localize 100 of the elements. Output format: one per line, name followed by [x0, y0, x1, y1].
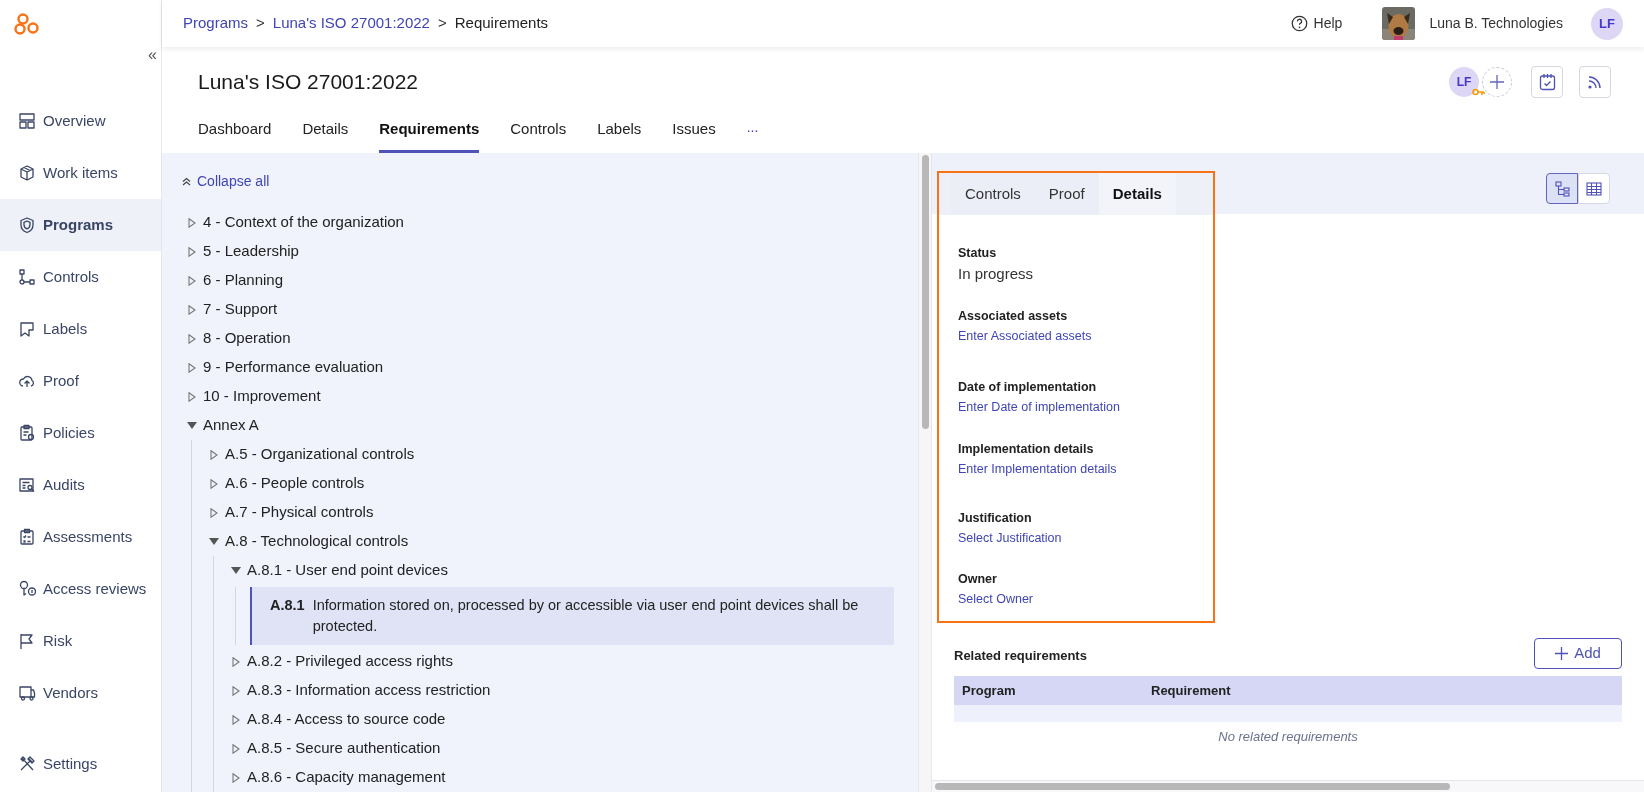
dashboard-icon [18, 112, 36, 130]
collapsed-caret-icon[interactable] [188, 333, 196, 344]
truck-icon [18, 684, 36, 702]
checklist-icon [18, 528, 36, 546]
tree-item[interactable]: 5 - Leadership [203, 240, 299, 263]
nav-item[interactable]: Labels [0, 303, 161, 355]
organization-name[interactable]: Luna B. Technologies [1429, 13, 1563, 34]
member-avatar[interactable]: LF [1449, 67, 1479, 97]
section-title: Related requirements [954, 646, 1087, 665]
nav-item[interactable]: Overview [0, 95, 161, 147]
feed-button[interactable] [1579, 66, 1611, 98]
collapsed-caret-icon[interactable] [232, 656, 240, 667]
tree-item[interactable]: A.6 - People controls [225, 472, 365, 495]
nav-item[interactable]: Policies [0, 407, 161, 459]
plus-icon [1555, 647, 1569, 660]
calendar-button[interactable] [1531, 66, 1563, 98]
user-avatar[interactable]: LF [1591, 7, 1623, 40]
tab[interactable]: Controls [510, 117, 567, 153]
field-value: In progress [958, 264, 1034, 284]
tab[interactable]: Issues [672, 117, 716, 153]
table-icon [1586, 181, 1602, 196]
requirement-item[interactable]: A.8.1 Information stored on, processed by or accessible via user end point devices shall be protected. [250, 587, 894, 645]
collapsed-caret-icon[interactable] [188, 362, 196, 373]
more-tabs-button[interactable]: ... [746, 117, 759, 153]
field-label: Implementation details [958, 441, 1094, 458]
collapsed-caret-icon[interactable] [188, 304, 196, 315]
box-icon [18, 164, 36, 182]
tree-item[interactable]: A.8.2 - Privileged access rights [247, 650, 453, 673]
tree-item[interactable]: 4 - Context of the organization [203, 211, 404, 234]
flow-icon [18, 268, 36, 286]
breadcrumb-separator: > [437, 13, 447, 34]
tree-item[interactable]: 10 - Improvement [203, 385, 321, 408]
tree-item[interactable]: A.8.1 - User end point devices [247, 559, 448, 582]
field-label: Associated assets [958, 308, 1068, 325]
tree-item[interactable]: 9 - Performance evaluation [203, 356, 384, 379]
tab[interactable]: Details [302, 117, 349, 153]
collapse-sidebar-button[interactable]: « [148, 47, 157, 69]
tree-item[interactable]: A.8.4 - Access to source code [247, 708, 446, 731]
tree-item[interactable]: 8 - Operation [203, 327, 291, 350]
settings-item[interactable]: Settings [0, 744, 161, 784]
collapsed-caret-icon[interactable] [188, 246, 196, 257]
expanded-caret-icon[interactable] [231, 566, 241, 575]
tree-item[interactable]: A.8 - Technological controls [225, 530, 409, 553]
tree-item[interactable]: A.8.3 - Information access restriction [247, 679, 491, 702]
collapse-icon[interactable] [182, 176, 191, 186]
nav-item[interactable]: Controls [0, 251, 161, 303]
tab[interactable]: Details [1098, 173, 1176, 215]
tab[interactable]: Labels [597, 117, 642, 153]
hierarchy-icon [1554, 180, 1570, 197]
tree-item[interactable]: 6 - Planning [203, 269, 284, 292]
key-badge-icon [18, 580, 36, 598]
expanded-caret-icon[interactable] [187, 421, 197, 430]
breadcrumb-link[interactable]: Programs [183, 12, 249, 35]
help-link[interactable]: Help [1313, 13, 1343, 34]
collapsed-caret-icon[interactable] [210, 507, 218, 518]
shield-icon [18, 216, 36, 234]
logo-icon[interactable] [14, 12, 40, 35]
field-link[interactable]: Enter Implementation details [958, 461, 1117, 478]
nav-item[interactable]: Assessments [0, 511, 161, 563]
collapsed-caret-icon[interactable] [232, 772, 240, 783]
nav-item[interactable]: Work items [0, 147, 161, 199]
add-button[interactable]: Add [1534, 638, 1622, 669]
clipboard-icon [18, 424, 36, 442]
scrollbar-thumb[interactable] [921, 155, 929, 429]
nav-item[interactable]: Access reviews [0, 563, 161, 615]
current-page-label: Requirements [454, 13, 549, 34]
tree-view-button[interactable] [1546, 173, 1578, 204]
nav-item[interactable]: Programs [0, 199, 161, 251]
tree-item[interactable]: Annex A [203, 414, 259, 437]
table-view-button[interactable] [1578, 173, 1610, 204]
expanded-caret-icon[interactable] [209, 537, 219, 546]
collapsed-caret-icon[interactable] [232, 685, 240, 696]
field-link[interactable]: Enter Associated assets [958, 328, 1092, 345]
collapsed-caret-icon[interactable] [210, 478, 218, 489]
tree-item[interactable]: A.7 - Physical controls [225, 501, 374, 524]
tree-item[interactable]: A.5 - Organizational controls [225, 443, 415, 466]
tree-item[interactable]: A.8.5 - Secure authentication [247, 737, 441, 760]
nav-item[interactable]: Risk [0, 615, 161, 667]
requirement-text: Information stored on, processed by or accessible via user end point devices shall be protected. [312, 596, 860, 636]
collapsed-caret-icon[interactable] [232, 743, 240, 754]
field-link[interactable]: Select Owner [958, 591, 1034, 608]
collapsed-caret-icon[interactable] [188, 391, 196, 402]
collapsed-caret-icon[interactable] [232, 714, 240, 725]
collapsed-caret-icon[interactable] [188, 217, 196, 228]
nav-item[interactable]: Vendors [0, 667, 161, 719]
field-link[interactable]: Select Justification [958, 530, 1062, 547]
collapsed-caret-icon[interactable] [210, 449, 218, 460]
horizontal-scrollbar-thumb[interactable] [935, 783, 1450, 790]
field-link[interactable]: Enter Date of implementation [958, 399, 1120, 416]
tree-item[interactable]: 7 - Support [203, 298, 278, 321]
tab[interactable]: Dashboard [198, 117, 272, 153]
collapse-all-link[interactable]: Collapse all [197, 170, 270, 192]
collapsed-caret-icon[interactable] [188, 275, 196, 286]
help-icon[interactable] [1290, 15, 1308, 32]
tree-item[interactable]: A.8.6 - Capacity management [247, 766, 446, 789]
requirement-code: A.8.1 [270, 596, 305, 615]
nav-item[interactable]: Proof [0, 355, 161, 407]
field-label: Status [958, 245, 997, 262]
breadcrumb-link[interactable]: Luna's ISO 27001:2022 [272, 12, 430, 35]
nav-item[interactable]: Audits [0, 459, 161, 511]
